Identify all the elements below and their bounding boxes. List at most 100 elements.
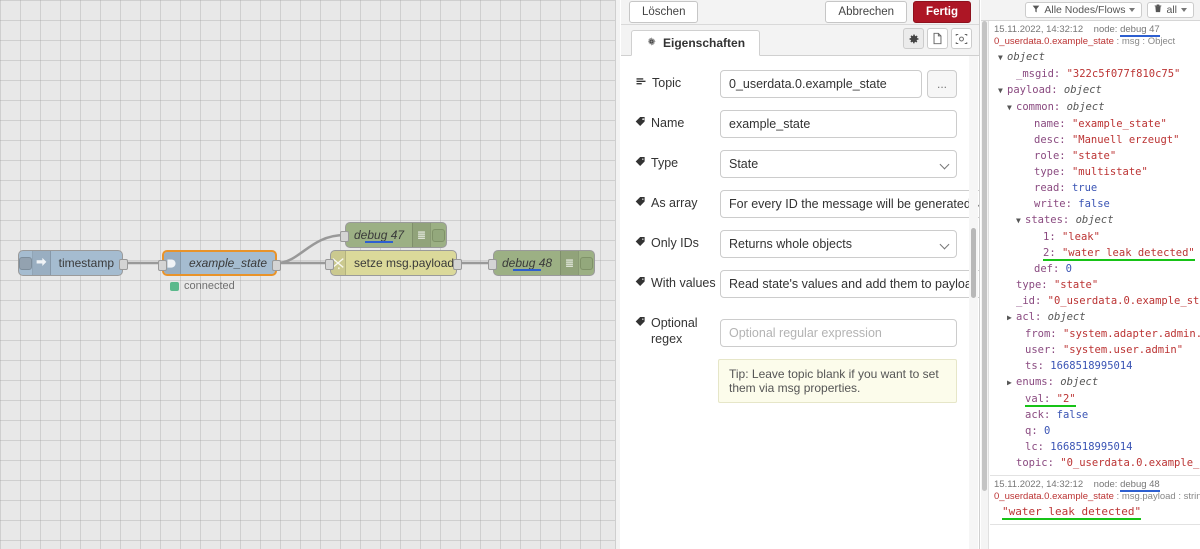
control-with-values: Read state's values and add them to payl… <box>720 270 979 298</box>
chevron-right-icon[interactable]: ▶ <box>1007 375 1016 391</box>
debug-tree-row[interactable]: role: "state" <box>994 148 1196 164</box>
chevron-down-icon[interactable]: ▼ <box>1007 100 1016 116</box>
name-input[interactable] <box>720 110 957 138</box>
as-array-select[interactable]: For every ID the message will be generat… <box>720 190 979 218</box>
debug-tree-row[interactable]: type: "state" <box>994 277 1196 293</box>
label-only-ids: Only IDs <box>635 230 720 252</box>
debug-tree-row[interactable]: from: "system.adapter.admin.0" <box>994 326 1200 342</box>
tree-value: "0_userdata.0.example_state" <box>1060 457 1200 469</box>
tree-key: read: <box>1034 182 1066 194</box>
debug-payload-type: string[19] <box>1183 491 1200 502</box>
node-input-port[interactable] <box>158 260 167 271</box>
debug-filter-button[interactable]: Alle Nodes/Flows <box>1025 2 1143 18</box>
debug-clear-button[interactable]: all <box>1147 2 1194 18</box>
debug-tree-row[interactable]: write: false <box>994 196 1196 212</box>
tab-eigenschaften[interactable]: Eigenschaften <box>631 30 761 56</box>
debug-tree-row[interactable]: _msgid: "322c5f077f810c75" <box>994 66 1196 82</box>
node-output-port[interactable] <box>119 259 128 270</box>
debug-tree-row[interactable]: ▼ common: object <box>994 99 1196 116</box>
debug-tree-row[interactable]: ▶ acl: object <box>994 309 1196 326</box>
only-ids-select[interactable]: Returns whole objects <box>720 230 957 258</box>
debug-message-48[interactable]: 15.11.2022, 14:32:12 node: debug 48 0_us… <box>990 476 1200 525</box>
label-name-text: Name <box>651 116 685 130</box>
chevron-right-icon[interactable]: ▶ <box>1007 310 1016 326</box>
label-type: Type <box>635 150 720 172</box>
node-debug-48[interactable]: debug 48 <box>488 250 595 276</box>
debug-message-topic: 0_userdata.0.example_state : msg.payload… <box>994 491 1200 502</box>
debug-tree-row[interactable]: ▼ object <box>994 49 1196 66</box>
topic-more-button[interactable]: ... <box>927 70 957 98</box>
node-input-port[interactable] <box>325 259 334 270</box>
as-array-select-wrap: For every ID the message will be generat… <box>720 190 979 218</box>
debug-tree-row[interactable]: ▼ states: object <box>994 212 1196 229</box>
node-debug-47[interactable]: debug 47 <box>340 222 447 248</box>
tag-icon <box>635 236 646 252</box>
node-input-port[interactable] <box>488 259 497 270</box>
tree-value: 0 <box>1043 425 1051 437</box>
debug-tree-row[interactable]: type: "multistate" <box>994 164 1196 180</box>
done-button[interactable]: Fertig <box>913 0 971 24</box>
chevron-down-icon[interactable]: ▼ <box>998 83 1007 99</box>
debug-icon <box>412 223 430 247</box>
tree-entry: val: "2" <box>1025 393 1076 407</box>
debug-tree-row[interactable]: ts: 1668518995014 <box>994 358 1196 374</box>
tree-value: "Manuell erzeugt" <box>1071 134 1180 146</box>
description-icon[interactable] <box>927 28 948 49</box>
optional-regex-input[interactable] <box>720 319 957 348</box>
debug-tree-row[interactable]: 1: "leak" <box>994 229 1196 245</box>
debug-tree-row[interactable]: topic: "0_userdata.0.example_state" <box>994 455 1200 471</box>
debug-tree-row[interactable]: user: "system.user.admin" <box>994 342 1196 358</box>
tree-entry: role: "state" <box>1034 150 1116 162</box>
debug-tree-row[interactable]: read: true <box>994 180 1196 196</box>
tag-icon <box>635 316 646 332</box>
tree-entry: topic: "0_userdata.0.example_state" <box>1016 457 1200 469</box>
debug-tree-row[interactable]: ▶ enums: object <box>994 374 1196 391</box>
node-example-state[interactable]: example_state connected <box>158 250 281 292</box>
debug-tree-row[interactable]: def: 0 <box>994 261 1196 277</box>
debug-message-47[interactable]: 15.11.2022, 14:32:12 node: debug 47 0_us… <box>990 21 1200 476</box>
tree-value: object <box>1075 214 1114 226</box>
debug-message-list[interactable]: 15.11.2022, 14:32:12 node: debug 47 0_us… <box>981 21 1200 549</box>
tree-key: acl: <box>1016 311 1042 323</box>
debug-enable-button[interactable] <box>577 251 594 275</box>
flow-canvas[interactable]: timestamp example_state connected debug … <box>0 0 620 549</box>
type-select[interactable]: State <box>720 150 957 178</box>
delete-button[interactable]: Löschen <box>629 0 699 24</box>
tree-key: ack: <box>1025 409 1051 421</box>
tree-value: "state" <box>1053 279 1099 291</box>
tree-value: false <box>1056 409 1089 421</box>
tree-value: true <box>1071 182 1098 194</box>
debug-tree-row[interactable]: name: "example_state" <box>994 116 1196 132</box>
tree-value: false <box>1078 198 1110 210</box>
debug-tree-row[interactable]: lc: 1668518995014 <box>994 439 1196 455</box>
debug-enable-button[interactable] <box>429 223 446 247</box>
debug-scrollbar[interactable] <box>981 21 989 549</box>
node-output-port[interactable] <box>272 260 281 271</box>
only-ids-select-wrap: Returns whole objects <box>720 230 957 258</box>
node-output-port[interactable] <box>453 259 462 270</box>
node-input-port[interactable] <box>340 231 349 242</box>
debug-tree-row[interactable]: ▼ payload: object <box>994 82 1196 99</box>
chevron-down-icon[interactable]: ▼ <box>998 50 1007 66</box>
with-values-select[interactable]: Read state's values and add them to payl… <box>720 270 979 298</box>
cancel-button[interactable]: Abbrechen <box>825 0 908 24</box>
debug-tree-row[interactable]: 2: "water leak detected" <box>994 245 1196 261</box>
debug-json-tree[interactable]: ▼ object _msgid: "322c5f077f810c75" ▼ payloa… <box>994 47 1200 471</box>
debug-tree-row[interactable]: _id: "0_userdata.0.example_state" <box>994 293 1200 309</box>
tree-value: object <box>1060 376 1099 388</box>
debug-tree-row[interactable]: val: "2" <box>994 391 1196 407</box>
gear-icon[interactable] <box>903 28 924 49</box>
node-timestamp[interactable]: timestamp <box>18 250 128 276</box>
debug-tree-row[interactable]: desc: "Manuell erzeugt" <box>994 132 1196 148</box>
control-only-ids: Returns whole objects <box>720 230 957 258</box>
properties-scrollbar[interactable] <box>969 56 978 549</box>
debug-scrollbar-thumb[interactable] <box>982 21 987 491</box>
chevron-down-icon[interactable]: ▼ <box>1016 213 1025 229</box>
properties-scrollbar-thumb[interactable] <box>971 228 976 298</box>
topic-input[interactable] <box>720 70 922 98</box>
appearance-icon[interactable] <box>951 28 972 49</box>
debug-tree-row[interactable]: ack: false <box>994 407 1196 423</box>
inject-trigger-button[interactable] <box>19 251 33 275</box>
node-setze-msg-payload[interactable]: setze msg.payload <box>325 250 462 276</box>
debug-tree-row[interactable]: q: 0 <box>994 423 1196 439</box>
